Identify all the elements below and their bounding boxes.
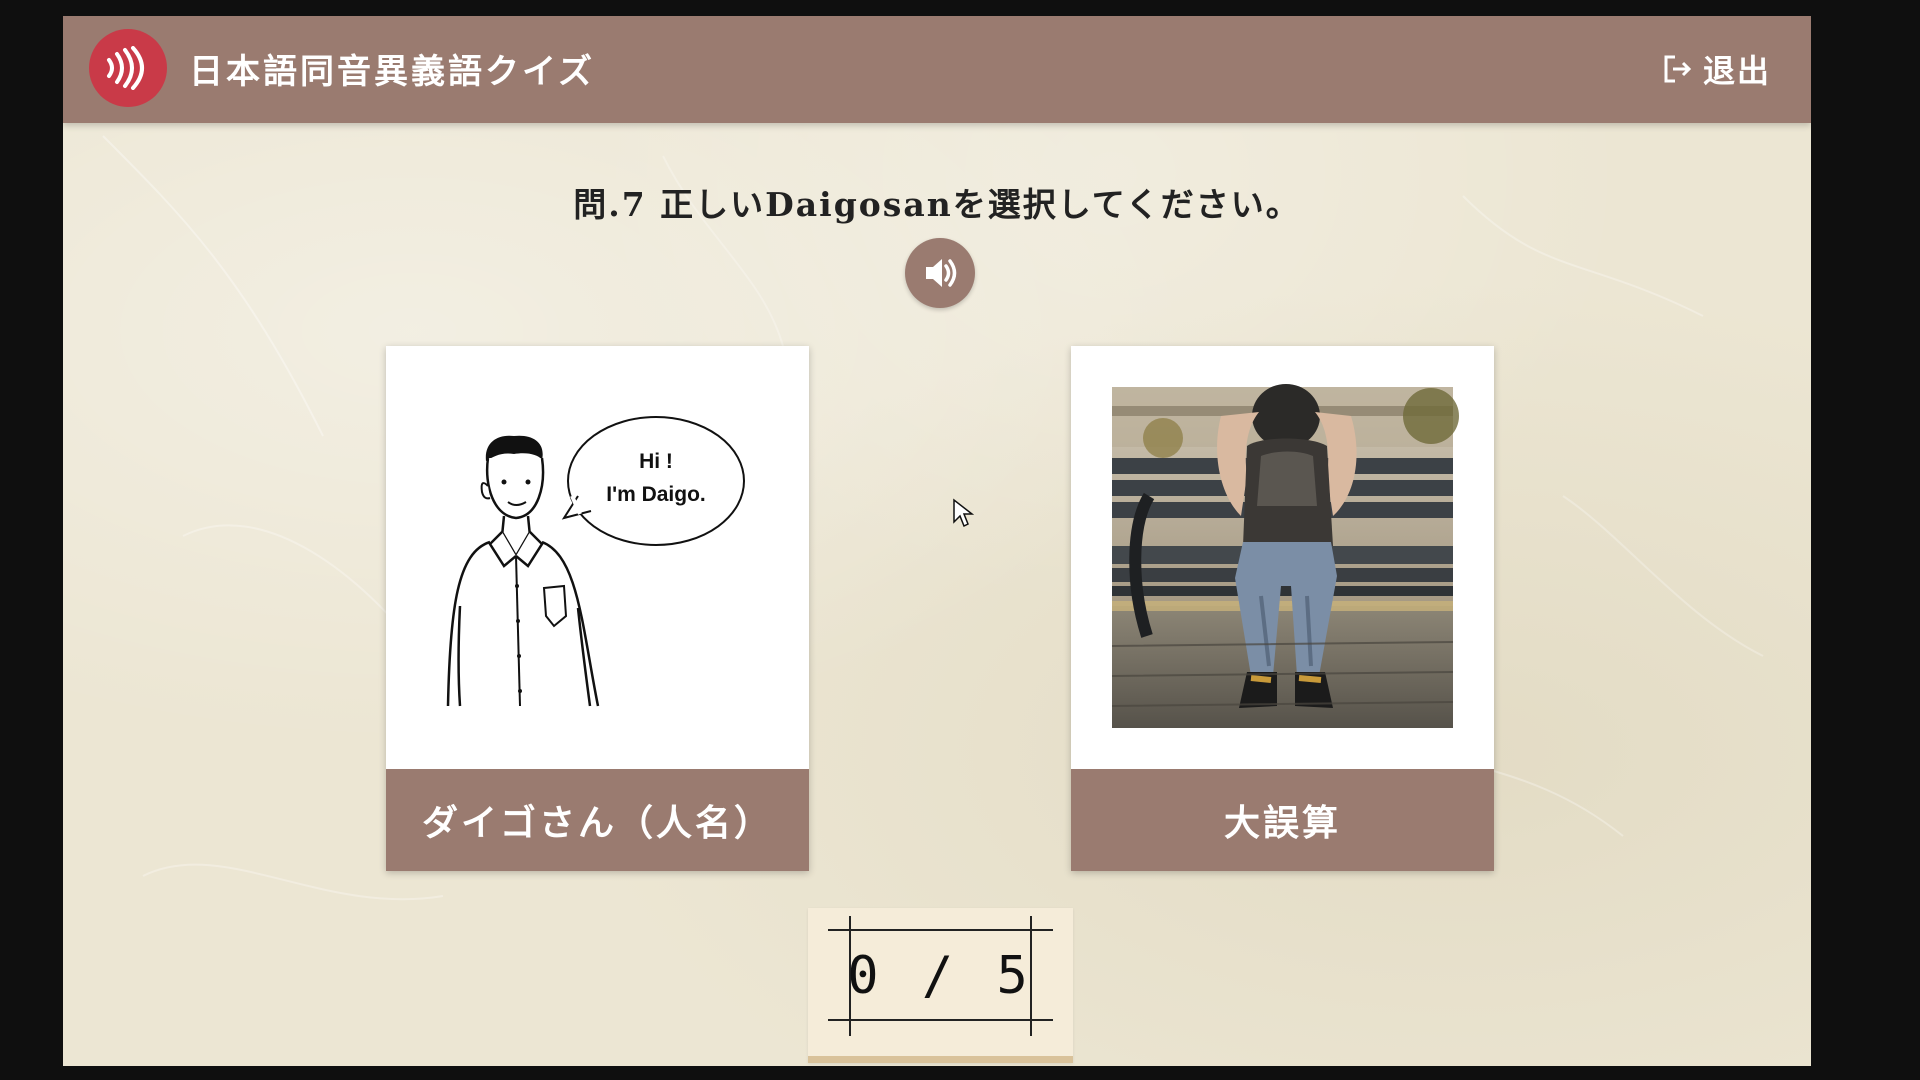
play-audio-button[interactable] bbox=[905, 238, 975, 308]
app-title: 日本語同音異義語クイズ bbox=[189, 52, 595, 92]
score-counter: 0 / 5 bbox=[808, 908, 1073, 1063]
option-label: ダイゴさん（人名） bbox=[386, 769, 809, 871]
quiz-app: 日本語同音異義語クイズ 退出 問.7 正しいDaigosanを選択してください。 bbox=[63, 16, 1811, 1066]
app-logo bbox=[89, 29, 167, 107]
speech-line-1: Hi ! bbox=[639, 450, 673, 473]
sound-waves-icon bbox=[107, 46, 144, 90]
mouse-cursor-icon bbox=[953, 498, 974, 528]
speaker-icon bbox=[926, 259, 957, 287]
option-label: 大誤算 bbox=[1071, 769, 1494, 871]
header-bar: 日本語同音異義語クイズ 退出 bbox=[63, 16, 1811, 123]
exit-label: 退出 bbox=[1702, 52, 1771, 90]
score-text: 0 / 5 bbox=[847, 946, 1034, 1006]
distressed-man-photo bbox=[1071, 346, 1494, 769]
question-text: 問.7 正しいDaigosanを選択してください。 bbox=[573, 185, 1301, 224]
speech-line-2: I'm Daigo. bbox=[606, 483, 706, 506]
daigo-illustration: Hi ! I'm Daigo. bbox=[386, 346, 809, 769]
option-card-daigosan-miscalculation[interactable]: 大誤算 bbox=[1071, 346, 1494, 871]
logout-icon bbox=[1664, 55, 1692, 83]
option-card-daigo-san[interactable]: Hi ! I'm Daigo. ダイゴさん（人名） bbox=[386, 346, 809, 871]
exit-button[interactable]: 退出 bbox=[1661, 46, 1771, 92]
